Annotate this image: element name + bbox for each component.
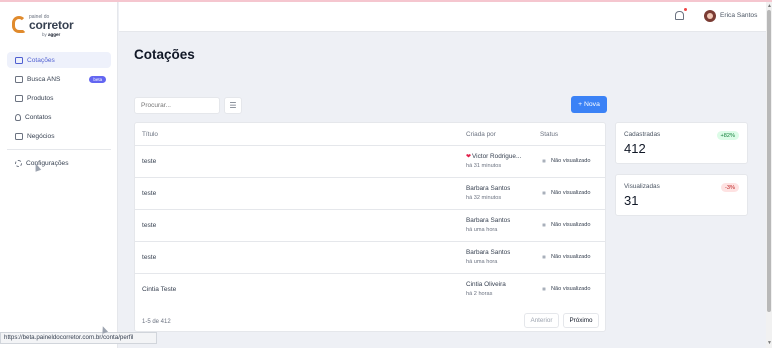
row-title: Cintia Teste [142, 286, 177, 293]
notification-dot [684, 8, 687, 11]
briefcase-icon [15, 132, 23, 140]
scroll-down-arrow-icon[interactable]: ▼ [767, 340, 772, 346]
row-status: Não visualizado [542, 222, 591, 228]
page-scrollbar[interactable]: ▲ ▼ [766, 2, 772, 348]
row-status: Não visualizado [542, 158, 591, 164]
next-page-button[interactable]: Próximo [563, 313, 599, 328]
scroll-up-arrow-icon[interactable]: ▲ [767, 3, 772, 9]
row-created-by: Barbara Santos [466, 217, 511, 224]
logo-by: by agger [42, 32, 61, 37]
sidebar-item-label: Produtos [27, 94, 54, 102]
folder-icon [15, 56, 23, 64]
table-row[interactable]: teste Barbara Santos há uma hora Não vis… [135, 241, 605, 273]
pagination-count: 1-5 de 412 [142, 319, 171, 325]
status-dot-icon [542, 223, 546, 227]
stat-label: Cadastradas [624, 131, 661, 138]
sidebar-item-configuracoes[interactable]: Configurações [7, 155, 111, 171]
sidebar-item-label: Busca ANS [27, 75, 61, 83]
row-title: teste [142, 158, 157, 165]
stat-card-visualizadas: Visualizadas 31 -3% [615, 174, 748, 216]
row-status: Não visualizado [542, 254, 591, 260]
sidebar-item-contatos[interactable]: Contatos [7, 109, 111, 125]
gear-icon [15, 159, 22, 167]
beta-badge: beta [89, 75, 107, 83]
sidebar-item-label: Negócios [27, 132, 55, 140]
table-row[interactable]: teste ❤Victor Rodrigue... há 31 minutos … [135, 145, 605, 177]
stat-change-badge: -3% [721, 183, 739, 192]
status-dot-icon [542, 287, 546, 291]
column-header-created-by[interactable]: Criada por [466, 131, 496, 138]
top-header: Erica Santos [119, 2, 766, 32]
sidebar-item-cotacoes[interactable]: Cotações [7, 52, 111, 68]
stat-label: Visualizadas [624, 183, 660, 190]
column-header-title[interactable]: Título [142, 131, 158, 138]
page-title: Cotações [134, 47, 195, 62]
sidebar-item-label: Cotações [27, 56, 55, 64]
scrollbar-thumb[interactable] [767, 10, 771, 312]
sidebar-item-produtos[interactable]: Produtos [7, 90, 111, 106]
filter-button[interactable]: ☰ [224, 97, 242, 114]
sidebar-item-negocios[interactable]: Negócios [7, 128, 111, 144]
row-status: Não visualizado [542, 190, 591, 196]
sidebar: painel do corretor by agger Cotações Bus… [0, 2, 118, 348]
avatar[interactable] [704, 10, 716, 22]
sidebar-item-busca-ans[interactable]: Busca ANS beta [7, 71, 111, 87]
stack-icon [15, 94, 23, 102]
stat-card-cadastradas: Cadastradas 412 +82% [615, 122, 748, 164]
sidebar-divider [7, 149, 111, 150]
user-name[interactable]: Erica Santos [720, 12, 757, 19]
status-url-bar: https://beta.paineldocorretor.com.br/con… [0, 332, 157, 344]
folder-icon [15, 75, 23, 83]
row-status: Não visualizado [542, 286, 591, 292]
row-created-by: Barbara Santos [466, 249, 511, 256]
sidebar-item-label: Contatos [25, 113, 52, 121]
stat-value: 412 [624, 141, 646, 156]
stat-value: 31 [624, 193, 639, 208]
column-header-status[interactable]: Status [540, 131, 558, 138]
brand-logo[interactable]: painel do corretor by agger [12, 14, 82, 40]
status-dot-icon [542, 191, 546, 195]
row-time: há 31 minutos [466, 163, 502, 169]
previous-page-button[interactable]: Anterior [524, 313, 559, 328]
table-row[interactable]: teste Barbara Santos há uma hora Não vis… [135, 209, 605, 241]
table-row[interactable]: Cintia Teste Cintia Oliveira há 2 horas … [135, 273, 605, 305]
row-time: há 2 horas [466, 291, 493, 297]
logo-mark-icon [12, 16, 26, 33]
user-icon [15, 113, 21, 121]
logo-name: corretor [29, 18, 74, 32]
row-time: há uma hora [466, 259, 498, 265]
row-time: há 32 minutos [466, 195, 502, 201]
search-input[interactable] [134, 97, 220, 114]
table-row[interactable]: teste Barbara Santos há 32 minutos Não v… [135, 177, 605, 209]
status-dot-icon [542, 159, 546, 163]
status-dot-icon [542, 255, 546, 259]
heart-icon: ❤ [466, 154, 472, 160]
row-created-by: Cintia Oliveira [466, 281, 506, 288]
row-title: teste [142, 222, 157, 229]
stat-change-badge: +82% [716, 131, 739, 140]
notification-bell-icon[interactable] [675, 11, 684, 20]
filter-icon: ☰ [229, 101, 237, 110]
row-time: há uma hora [466, 227, 498, 233]
row-created-by: ❤Victor Rodrigue... [466, 153, 522, 160]
row-title: teste [142, 254, 157, 261]
row-title: teste [142, 190, 157, 197]
row-created-by: Barbara Santos [466, 185, 511, 192]
quotes-table: Título Criada por Status teste ❤Victor R… [134, 122, 606, 332]
new-quote-button[interactable]: + Nova [571, 96, 607, 113]
